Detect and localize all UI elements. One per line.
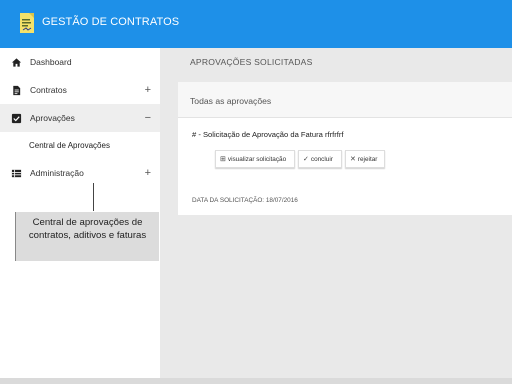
sidebar-item-contratos[interactable]: Contratos +: [0, 76, 160, 104]
card-header: Todas as aprovações: [178, 82, 512, 118]
card-title: Todas as aprovações: [190, 96, 272, 106]
document-icon: [13, 85, 21, 95]
expand-icon[interactable]: +: [145, 84, 151, 96]
approval-card: # - Solicitação de Aprovação da Fatura r…: [178, 118, 512, 215]
approval-item-title: # - Solicitação de Aprovação da Fatura r…: [192, 130, 344, 139]
conclude-label: concluir: [310, 155, 333, 163]
checkbox-icon: [11, 113, 22, 123]
home-icon: [11, 57, 22, 67]
tooltip-connector: [93, 183, 94, 211]
view-request-label: visualizar solicitação: [227, 155, 287, 163]
tooltip: Central de aprovações de contratos, adit…: [15, 212, 159, 261]
expand-icon[interactable]: +: [145, 167, 151, 179]
contract-document-icon: [20, 13, 34, 33]
conclude-button[interactable]: ✓ concluir: [298, 150, 342, 168]
sidebar-subitem-central-aprovacoes[interactable]: Central de Aprovações: [0, 134, 160, 156]
reject-label: rejeitar: [357, 155, 378, 163]
reject-button[interactable]: ✕ rejeitar: [345, 150, 385, 168]
top-bar: GESTÃO DE CONTRATOS: [0, 0, 512, 48]
sidebar-item-dashboard[interactable]: Dashboard: [0, 48, 160, 76]
sidebar-subitem-label: Central de Aprovações: [29, 140, 110, 150]
page-title: APROVAÇÕES SOLICITADAS: [190, 57, 313, 67]
check-icon: ✓: [303, 156, 309, 163]
view-request-button[interactable]: ⊞ visualizar solicitação: [215, 150, 295, 168]
sidebar-item-aprovacoes[interactable]: Aprovações −: [0, 104, 160, 132]
collapse-icon[interactable]: −: [145, 112, 151, 124]
close-icon: ✕: [350, 156, 356, 163]
app-title: GESTÃO DE CONTRATOS: [42, 16, 180, 28]
sidebar-item-label: Dashboard: [30, 57, 72, 67]
grid-icon: ⊞: [220, 156, 226, 163]
request-date: DATA DA SOLICITAÇÃO: 18/07/2016: [192, 197, 298, 204]
sidebar-item-administracao[interactable]: Administração +: [0, 159, 160, 187]
sidebar-item-label: Contratos: [30, 85, 67, 95]
list-icon: [11, 169, 22, 177]
sidebar-item-label: Aprovações: [30, 113, 75, 123]
bottom-strip: [0, 378, 512, 384]
sidebar-item-label: Administração: [30, 168, 84, 178]
